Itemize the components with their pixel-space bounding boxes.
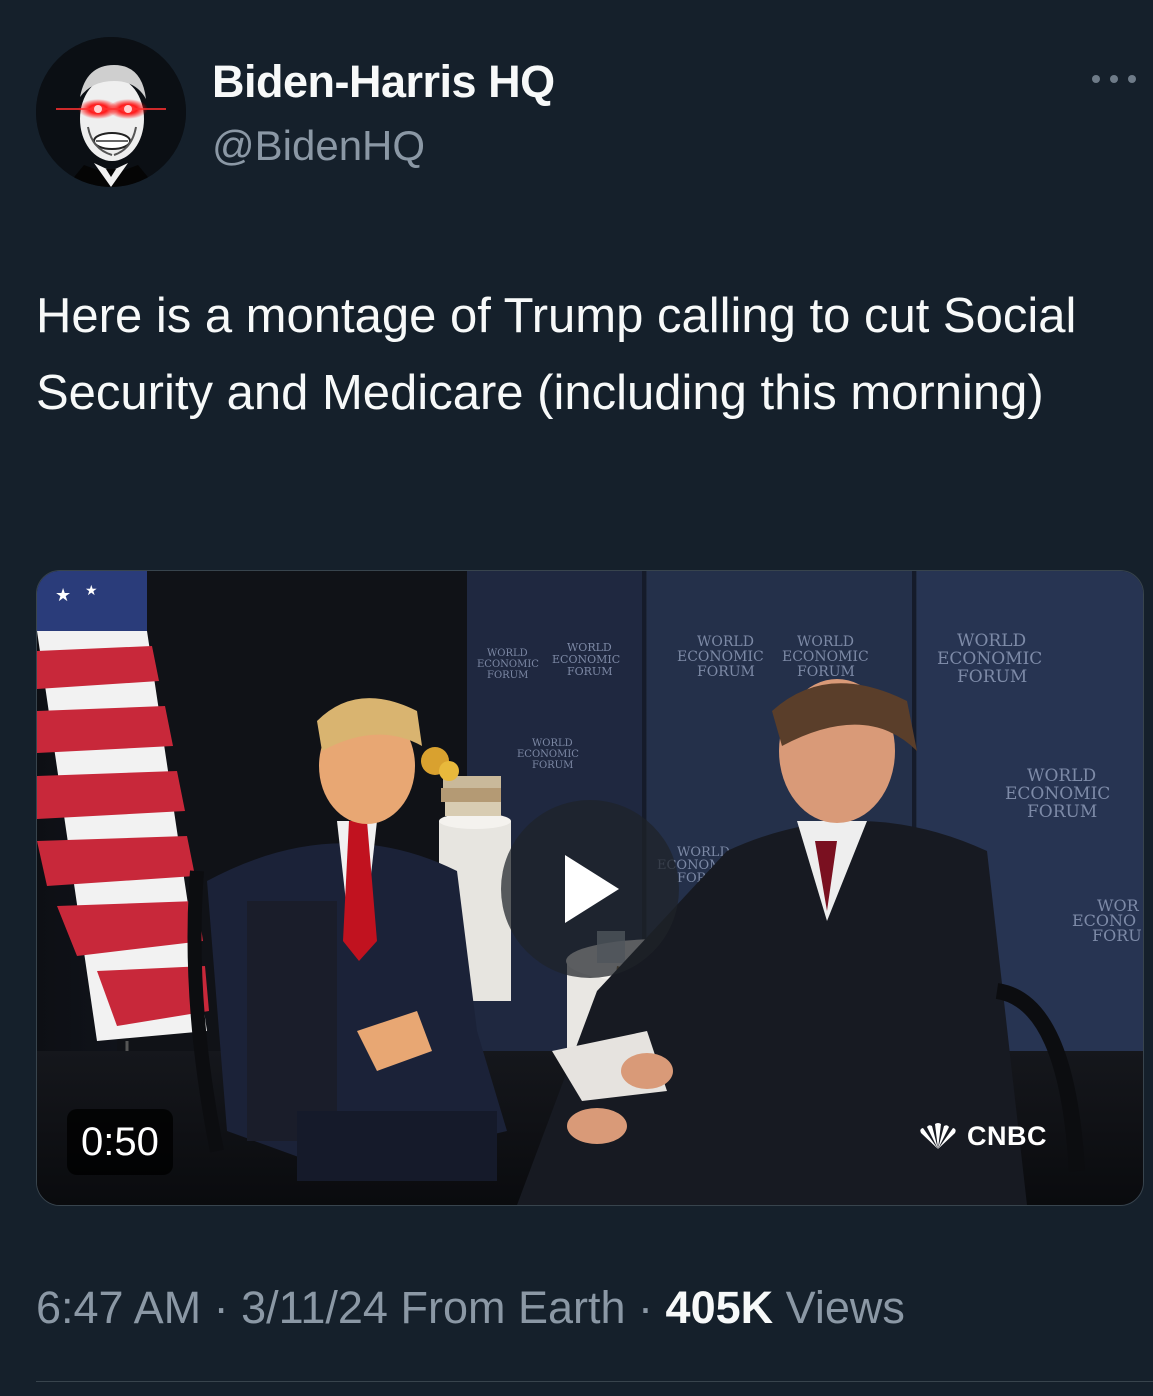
network-name: CNBC bbox=[967, 1121, 1047, 1151]
svg-text:FORUM: FORUM bbox=[487, 670, 528, 681]
tweet-date[interactable]: 3/11/24 bbox=[241, 1282, 388, 1333]
svg-text:ECONOMIC: ECONOMIC bbox=[517, 749, 579, 760]
meta-separator: · bbox=[213, 1282, 229, 1333]
more-options-button[interactable] bbox=[1092, 68, 1136, 90]
backdrop-logo-text: WORLD bbox=[697, 634, 754, 650]
svg-text:WORLD: WORLD bbox=[957, 631, 1026, 651]
svg-text:ECONOMIC: ECONOMIC bbox=[782, 649, 869, 665]
svg-text:WORLD: WORLD bbox=[532, 738, 573, 749]
tweet-meta: 6:47 AM · 3/11/24 From Earth · 405K View… bbox=[36, 1282, 905, 1334]
more-dot-icon bbox=[1128, 75, 1136, 83]
views-count[interactable]: 405K bbox=[666, 1282, 774, 1333]
video-player[interactable]: WORLD ECONOMIC FORUM WORLD ECONOMIC FORU… bbox=[36, 570, 1144, 1206]
svg-text:ECONOMIC: ECONOMIC bbox=[477, 659, 539, 670]
svg-text:★: ★ bbox=[85, 582, 98, 598]
tweet-time[interactable]: 6:47 AM bbox=[36, 1282, 201, 1333]
views-label: Views bbox=[785, 1282, 905, 1333]
svg-text:WORLD: WORLD bbox=[487, 648, 528, 659]
svg-text:WORLD: WORLD bbox=[797, 634, 854, 650]
author-display-name[interactable]: Biden-Harris HQ bbox=[212, 56, 555, 108]
avatar[interactable] bbox=[36, 37, 186, 187]
svg-text:WORLD: WORLD bbox=[1027, 766, 1096, 786]
more-dot-icon bbox=[1092, 75, 1100, 83]
svg-text:FORUM: FORUM bbox=[532, 760, 573, 771]
divider bbox=[36, 1381, 1153, 1382]
svg-text:FORUM: FORUM bbox=[797, 664, 855, 680]
more-dot-icon bbox=[1110, 75, 1118, 83]
svg-text:FORUM: FORUM bbox=[957, 667, 1027, 687]
network-logo: CNBC bbox=[915, 1121, 1047, 1152]
peacock-icon bbox=[920, 1122, 956, 1149]
svg-text:FORU: FORU bbox=[1092, 926, 1142, 945]
svg-text:ECONOMIC: ECONOMIC bbox=[1005, 784, 1110, 804]
tweet-location: From Earth bbox=[400, 1282, 626, 1333]
tweet-text: Here is a montage of Trump calling to cu… bbox=[36, 289, 1077, 420]
svg-text:ECONOMIC: ECONOMIC bbox=[937, 649, 1042, 669]
author-handle[interactable]: @BidenHQ bbox=[212, 122, 425, 170]
svg-text:★: ★ bbox=[55, 585, 71, 605]
meta-separator: · bbox=[638, 1282, 654, 1333]
tweet: Biden-Harris HQ @BidenHQ Here is a monta… bbox=[0, 0, 1153, 1396]
svg-text:ECONOMIC: ECONOMIC bbox=[677, 649, 764, 665]
svg-text:FORUM: FORUM bbox=[1027, 802, 1097, 822]
play-icon bbox=[565, 855, 619, 923]
avatar-laser-eyes-icon bbox=[36, 37, 186, 187]
video-duration-badge: 0:50 bbox=[67, 1109, 173, 1175]
play-button[interactable] bbox=[501, 800, 679, 978]
svg-text:FORUM: FORUM bbox=[697, 664, 755, 680]
svg-text:FORUM: FORUM bbox=[567, 665, 612, 678]
